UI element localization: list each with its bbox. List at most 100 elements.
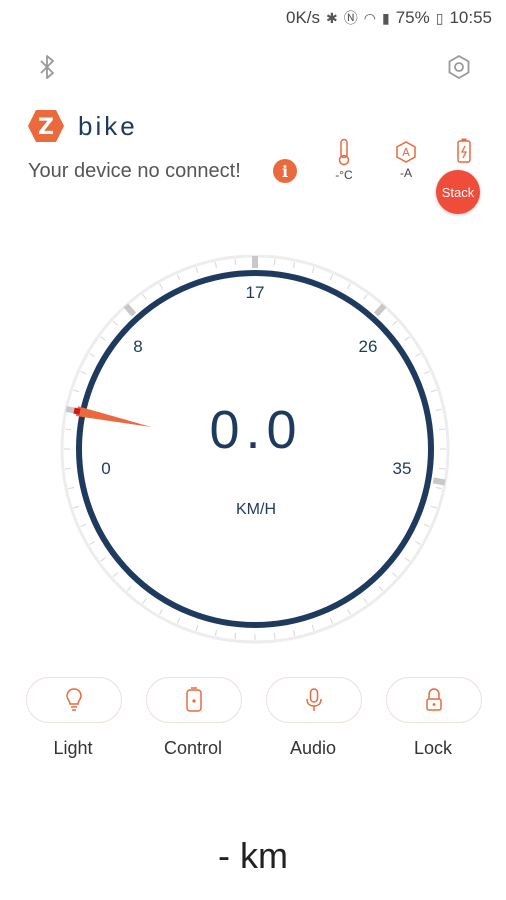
minor-tick	[273, 632, 276, 640]
major-tick	[123, 303, 137, 317]
battery-percent: 75%	[395, 8, 430, 27]
minor-tick	[311, 624, 315, 631]
thermometer-icon	[338, 138, 350, 166]
speedometer: 17 8 26 0 35 0.0 KM/H	[56, 254, 456, 645]
speed-value: 0.0	[209, 400, 303, 460]
ampere-icon: A	[396, 141, 416, 163]
minor-tick	[126, 586, 132, 592]
light-button[interactable]	[26, 677, 122, 723]
minor-tick	[363, 598, 368, 604]
minor-tick	[100, 336, 106, 341]
minor-tick	[423, 370, 430, 375]
minor-tick	[438, 428, 446, 431]
status-bar: 0K/s ✱ Ⓝ ◠ ▮ 75% ▯ 10:55	[0, 0, 506, 34]
minor-tick	[100, 557, 106, 562]
current-stat: A -A	[386, 140, 426, 180]
minor-tick	[392, 572, 398, 578]
app-name: bike	[78, 110, 138, 141]
minor-tick	[73, 505, 80, 509]
temperature-stat: -°C	[324, 138, 364, 182]
minor-tick	[195, 624, 199, 631]
settings-button[interactable]	[442, 50, 476, 84]
logo-mark-icon: Z	[28, 110, 64, 142]
minor-tick	[89, 352, 96, 358]
major-tick	[432, 477, 446, 486]
minor-tick	[292, 629, 296, 636]
audio-label: Audio	[289, 738, 337, 758]
minor-tick	[89, 540, 96, 546]
minor-tick	[329, 274, 334, 281]
light-label: Light	[53, 738, 93, 758]
minor-tick	[142, 598, 147, 604]
minor-tick	[234, 632, 237, 640]
minor-tick	[435, 486, 442, 490]
bluetooth-status-icon: ✱	[326, 9, 338, 26]
stack-button[interactable]: Stack	[436, 170, 480, 214]
minor-tick	[329, 617, 334, 624]
tick-label-26: 26	[358, 337, 378, 356]
connection-message: Your device no connect!	[28, 160, 241, 182]
minor-tick	[176, 617, 181, 624]
minor-tick	[80, 370, 87, 375]
minor-tick	[112, 320, 118, 326]
minor-tick	[195, 267, 199, 274]
microphone-icon	[306, 688, 322, 711]
nfc-icon: Ⓝ	[343, 10, 358, 26]
battery-stat	[456, 138, 472, 169]
minor-tick	[378, 586, 384, 592]
minor-tick	[73, 389, 80, 393]
minor-tick	[214, 262, 218, 269]
speed-needle	[75, 406, 152, 427]
signal-icon: ▮	[381, 9, 390, 26]
lock-icon	[426, 688, 442, 711]
battery-icon: ▯	[435, 9, 444, 26]
tick-label-0: 0	[101, 459, 111, 478]
wifi-icon: ◠	[363, 9, 376, 26]
app-logo: Z bike	[26, 108, 138, 144]
svg-text:A: A	[402, 146, 410, 159]
clock: 10:55	[449, 8, 492, 27]
lock-button[interactable]	[386, 677, 482, 723]
control-button[interactable]	[146, 677, 242, 723]
minor-tick	[273, 258, 276, 266]
audio-button[interactable]	[266, 677, 362, 723]
minor-tick	[392, 320, 398, 326]
battery-charge-icon	[457, 138, 471, 163]
minor-tick	[68, 486, 75, 490]
lightbulb-icon	[66, 688, 82, 711]
current-value: -A	[400, 166, 412, 180]
minor-tick	[80, 523, 87, 528]
lock-label: Lock	[413, 738, 453, 758]
network-speed: 0K/s	[286, 8, 321, 27]
minor-tick	[112, 572, 118, 578]
minor-tick	[64, 467, 72, 470]
odometer: - km	[218, 835, 288, 876]
minor-tick	[292, 262, 296, 269]
tick-label-17: 17	[245, 283, 265, 302]
minor-tick	[311, 267, 315, 274]
bluetooth-button[interactable]	[30, 50, 64, 84]
minor-tick	[435, 408, 442, 412]
minor-tick	[404, 336, 410, 341]
minor-tick	[363, 294, 368, 300]
minor-tick	[64, 428, 72, 431]
info-icon[interactable]: i	[273, 159, 297, 183]
minor-tick	[214, 629, 218, 636]
minor-tick	[176, 274, 181, 281]
needle-tip	[73, 407, 81, 415]
speed-unit: KM/H	[236, 501, 276, 518]
gear-icon	[448, 54, 470, 80]
control-label: Control	[163, 738, 223, 758]
minor-tick	[430, 389, 437, 393]
minor-tick	[234, 258, 237, 266]
minor-tick	[404, 557, 410, 562]
minor-tick	[423, 523, 430, 528]
minor-tick	[430, 505, 437, 509]
bluetooth-icon	[40, 55, 54, 79]
major-tick	[373, 303, 387, 317]
svg-text:Z: Z	[38, 115, 54, 140]
minor-tick	[438, 467, 446, 470]
remote-icon	[186, 687, 202, 712]
temperature-value: -°C	[335, 168, 353, 182]
minor-tick	[158, 608, 164, 615]
